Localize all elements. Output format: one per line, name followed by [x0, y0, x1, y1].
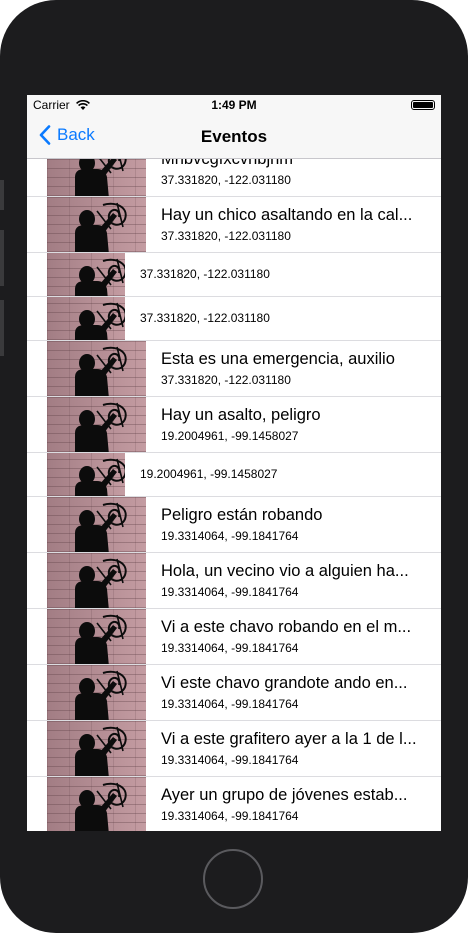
event-title: Ayer un grupo de jóvenes estab...	[161, 786, 408, 804]
event-row[interactable]: Vi a este chavo robando en el m... 19.331…	[27, 609, 441, 665]
device-frame: Carrier 1:49 PM Back Eventos Mnbvcgfxcvn…	[0, 0, 468, 933]
graffiti-photo-thumbnail	[47, 453, 125, 496]
screen: Carrier 1:49 PM Back Eventos Mnbvcgfxcvn…	[27, 95, 441, 831]
event-row[interactable]: Peligro están robando 19.3314064, -99.184…	[27, 497, 441, 553]
graffiti-photo-thumbnail	[47, 665, 146, 720]
graffiti-photo-thumbnail	[47, 777, 146, 831]
event-coordinates: 19.3314064, -99.1841764	[161, 697, 299, 711]
event-title: Peligro están robando	[161, 506, 323, 524]
event-title: Hay un asalto, peligro	[161, 406, 321, 424]
event-coordinates: 19.3314064, -99.1841764	[161, 641, 299, 655]
side-button	[0, 180, 4, 210]
event-coordinates: 37.331820, -122.031180	[161, 229, 291, 243]
event-coordinates: 19.3314064, -99.1841764	[161, 809, 299, 823]
event-title: Vi este chavo grandote ando en...	[161, 674, 408, 692]
event-coordinates: 37.331820, -122.031180	[161, 173, 291, 187]
graffiti-photo-thumbnail	[47, 553, 146, 608]
event-row[interactable]: 37.331820, -122.031180	[27, 253, 441, 297]
event-coordinates: 37.331820, -122.031180	[140, 311, 270, 325]
events-list[interactable]: Mnbvcgfxcvnbjnm 37.331820, -122.031180 Hay…	[27, 159, 441, 831]
event-row[interactable]: Hola, un vecino vio a alguien ha... 19.33…	[27, 553, 441, 609]
event-coordinates: 19.3314064, -99.1841764	[161, 753, 299, 767]
event-row[interactable]: Hay un asalto, peligro 19.2004961, -99.14…	[27, 397, 441, 453]
event-title: Mnbvcgfxcvnbjnm	[161, 159, 294, 168]
graffiti-photo-thumbnail	[47, 721, 146, 776]
graffiti-photo-thumbnail	[47, 609, 146, 664]
graffiti-photo-thumbnail	[47, 159, 146, 196]
navigation-bar: Back Eventos	[27, 115, 441, 159]
event-title: Hola, un vecino vio a alguien ha...	[161, 562, 409, 580]
event-row[interactable]: Vi este chavo grandote ando en... 19.3314…	[27, 665, 441, 721]
graffiti-photo-thumbnail	[47, 197, 146, 252]
event-row[interactable]: Ayer un grupo de jóvenes estab... 19.3314…	[27, 777, 441, 831]
event-title: Vi a este chavo robando en el m...	[161, 618, 412, 636]
graffiti-photo-thumbnail	[47, 253, 125, 296]
status-time: 1:49 PM	[211, 98, 257, 112]
event-title: Vi a este grafitero ayer a la 1 de l...	[161, 730, 417, 748]
event-coordinates: 37.331820, -122.031180	[161, 373, 291, 387]
battery-full-icon	[411, 100, 435, 110]
event-row[interactable]: Mnbvcgfxcvnbjnm 37.331820, -122.031180	[27, 159, 441, 197]
event-coordinates: 19.3314064, -99.1841764	[161, 529, 299, 543]
event-coordinates: 19.2004961, -99.1458027	[140, 467, 278, 481]
event-title: Esta es una emergencia, auxilio	[161, 350, 395, 368]
graffiti-photo-thumbnail	[47, 341, 146, 396]
graffiti-photo-thumbnail	[47, 297, 125, 340]
page-title: Eventos	[200, 127, 268, 146]
event-title: Hay un chico asaltando en la cal...	[161, 206, 413, 224]
event-coordinates: 19.3314064, -99.1841764	[161, 585, 299, 599]
event-coordinates: 37.331820, -122.031180	[140, 267, 270, 281]
event-row[interactable]: 37.331820, -122.031180	[27, 297, 441, 341]
graffiti-photo-thumbnail	[47, 397, 146, 452]
volume-up-button	[0, 230, 4, 286]
status-bar: Carrier 1:49 PM	[27, 95, 441, 115]
graffiti-photo-thumbnail	[47, 497, 146, 552]
volume-down-button	[0, 300, 4, 356]
event-row[interactable]: Hay un chico asaltando en la cal... 37.33…	[27, 197, 441, 253]
event-row[interactable]: 19.2004961, -99.1458027	[27, 453, 441, 497]
event-row[interactable]: Vi a este grafitero ayer a la 1 de l... 1…	[27, 721, 441, 777]
event-row[interactable]: Esta es una emergencia, auxilio 37.331820…	[27, 341, 441, 397]
home-button[interactable]	[203, 849, 263, 909]
event-coordinates: 19.2004961, -99.1458027	[161, 429, 299, 443]
